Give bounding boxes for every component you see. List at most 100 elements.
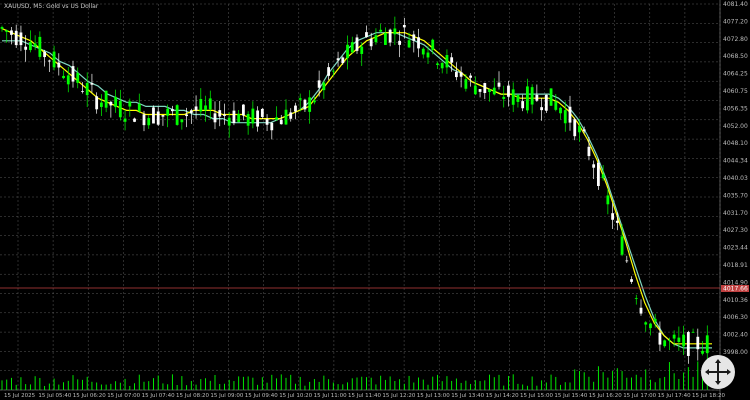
candle-body [298, 98, 302, 100]
candle-body [100, 102, 103, 107]
chart-window[interactable]: 4081.40 4077.20 4072.80 4068.50 4064.25 4060.… [0, 0, 750, 400]
candle-body [682, 334, 685, 347]
candle-body [251, 108, 255, 124]
candle-body [24, 46, 28, 50]
price-tick-label: 4027.30 [723, 227, 748, 234]
candle-body [265, 119, 269, 125]
candle-body [294, 105, 297, 112]
candle-body [71, 66, 75, 82]
time-tick-label: 15 Jul 15:40 [554, 393, 587, 399]
candle-body [171, 109, 174, 112]
candle-body [445, 55, 449, 68]
candle-body [341, 57, 345, 64]
candle-body [227, 117, 231, 126]
ma-fast-layer [1, 28, 712, 345]
price-tick-label: 4002.40 [723, 332, 748, 339]
drag-handle[interactable] [701, 355, 735, 389]
candle-body [705, 335, 709, 354]
candle-body [653, 318, 657, 322]
candle-body [137, 103, 141, 112]
time-tick-label: 15 Jul 07:00 [107, 393, 140, 399]
candle-body [208, 98, 212, 110]
candle-body [549, 88, 553, 106]
candle-body [156, 111, 160, 125]
candle-body [204, 105, 207, 111]
candle-body [355, 37, 359, 51]
move-icon [705, 359, 731, 385]
candle-body [242, 104, 245, 116]
candle-body [246, 114, 250, 126]
candle-body [459, 72, 463, 77]
candle-body [19, 32, 23, 46]
candle-body [701, 350, 704, 354]
candle-body [260, 108, 264, 117]
candle-body [440, 62, 444, 69]
candle-body [308, 97, 312, 112]
time-tick-label: 15 Jul 06:20 [73, 393, 106, 399]
time-tick-label: 15 Jul 07:40 [142, 393, 175, 399]
price-axis: 4081.40 4077.20 4072.80 4068.50 4064.25 4060.… [723, 1, 748, 356]
time-tick-label: 15 Jul 11:40 [348, 393, 381, 399]
candle-body [540, 107, 543, 111]
candle-body [336, 58, 340, 61]
candle-body [611, 213, 614, 220]
candle-body [649, 323, 652, 329]
candle-body [535, 94, 539, 101]
candle-body [417, 37, 420, 49]
candle-body [289, 112, 293, 119]
candle-body [597, 162, 600, 186]
candle-body [109, 101, 113, 106]
candle-body [317, 80, 321, 88]
candle-body [691, 331, 695, 333]
candle-body [696, 336, 700, 350]
candle-body [147, 118, 151, 126]
chart-canvas[interactable]: 4081.40 4077.20 4072.80 4068.50 4064.25 4060.… [0, 0, 750, 400]
candle-body [43, 51, 46, 58]
candle-body [554, 101, 558, 110]
candle-body [521, 101, 525, 109]
time-tick-label: 15 Jul 13:00 [417, 393, 450, 399]
time-tick-label: 15 Jul 16:20 [589, 393, 622, 399]
candle-body [29, 42, 32, 51]
time-tick-label: 15 Jul 11:00 [314, 393, 347, 399]
candle-body [322, 82, 326, 91]
candle-body [592, 164, 596, 168]
candle-body [346, 44, 349, 59]
candle-body [436, 63, 439, 65]
candle-body [421, 48, 425, 55]
candle-body [398, 40, 401, 45]
candle-body [232, 110, 236, 124]
candle-body [516, 94, 520, 102]
candle-body [0, 27, 4, 29]
candle-body [118, 100, 122, 118]
candle-body [601, 174, 605, 179]
candle-body [189, 110, 193, 113]
candle-body [360, 46, 364, 54]
time-tick-label: 15 Jul 09:00 [210, 393, 243, 399]
price-tick-label: 4072.80 [723, 36, 748, 43]
candle-body [630, 279, 633, 282]
price-tick-label: 4068.50 [723, 53, 748, 60]
price-tick-label: 4081.40 [723, 1, 748, 8]
candle-body [313, 100, 316, 103]
candle-body [365, 32, 368, 38]
candle-body [95, 96, 99, 110]
volume-bars [1, 361, 708, 390]
price-tick-label: 4064.25 [723, 71, 748, 78]
candle-body [431, 39, 435, 50]
candle-body [152, 107, 155, 124]
candle-body [175, 105, 179, 125]
time-tick-label: 15 Jul 13:40 [451, 393, 484, 399]
candle-body [374, 35, 378, 43]
price-tick-label: 4010.36 [723, 297, 748, 304]
candle-body [497, 82, 501, 87]
time-tick-label: 15 Jul 12:20 [382, 393, 415, 399]
price-tick-label: 4048.10 [723, 140, 748, 147]
candle-body [180, 119, 184, 123]
candle-body [469, 75, 472, 78]
moving-average-fast [1, 28, 712, 345]
time-tick-label: 15 Jul 15:00 [520, 393, 553, 399]
candle-body [5, 30, 9, 32]
price-tick-label: 4035.70 [723, 192, 748, 199]
candle-body [270, 122, 274, 131]
